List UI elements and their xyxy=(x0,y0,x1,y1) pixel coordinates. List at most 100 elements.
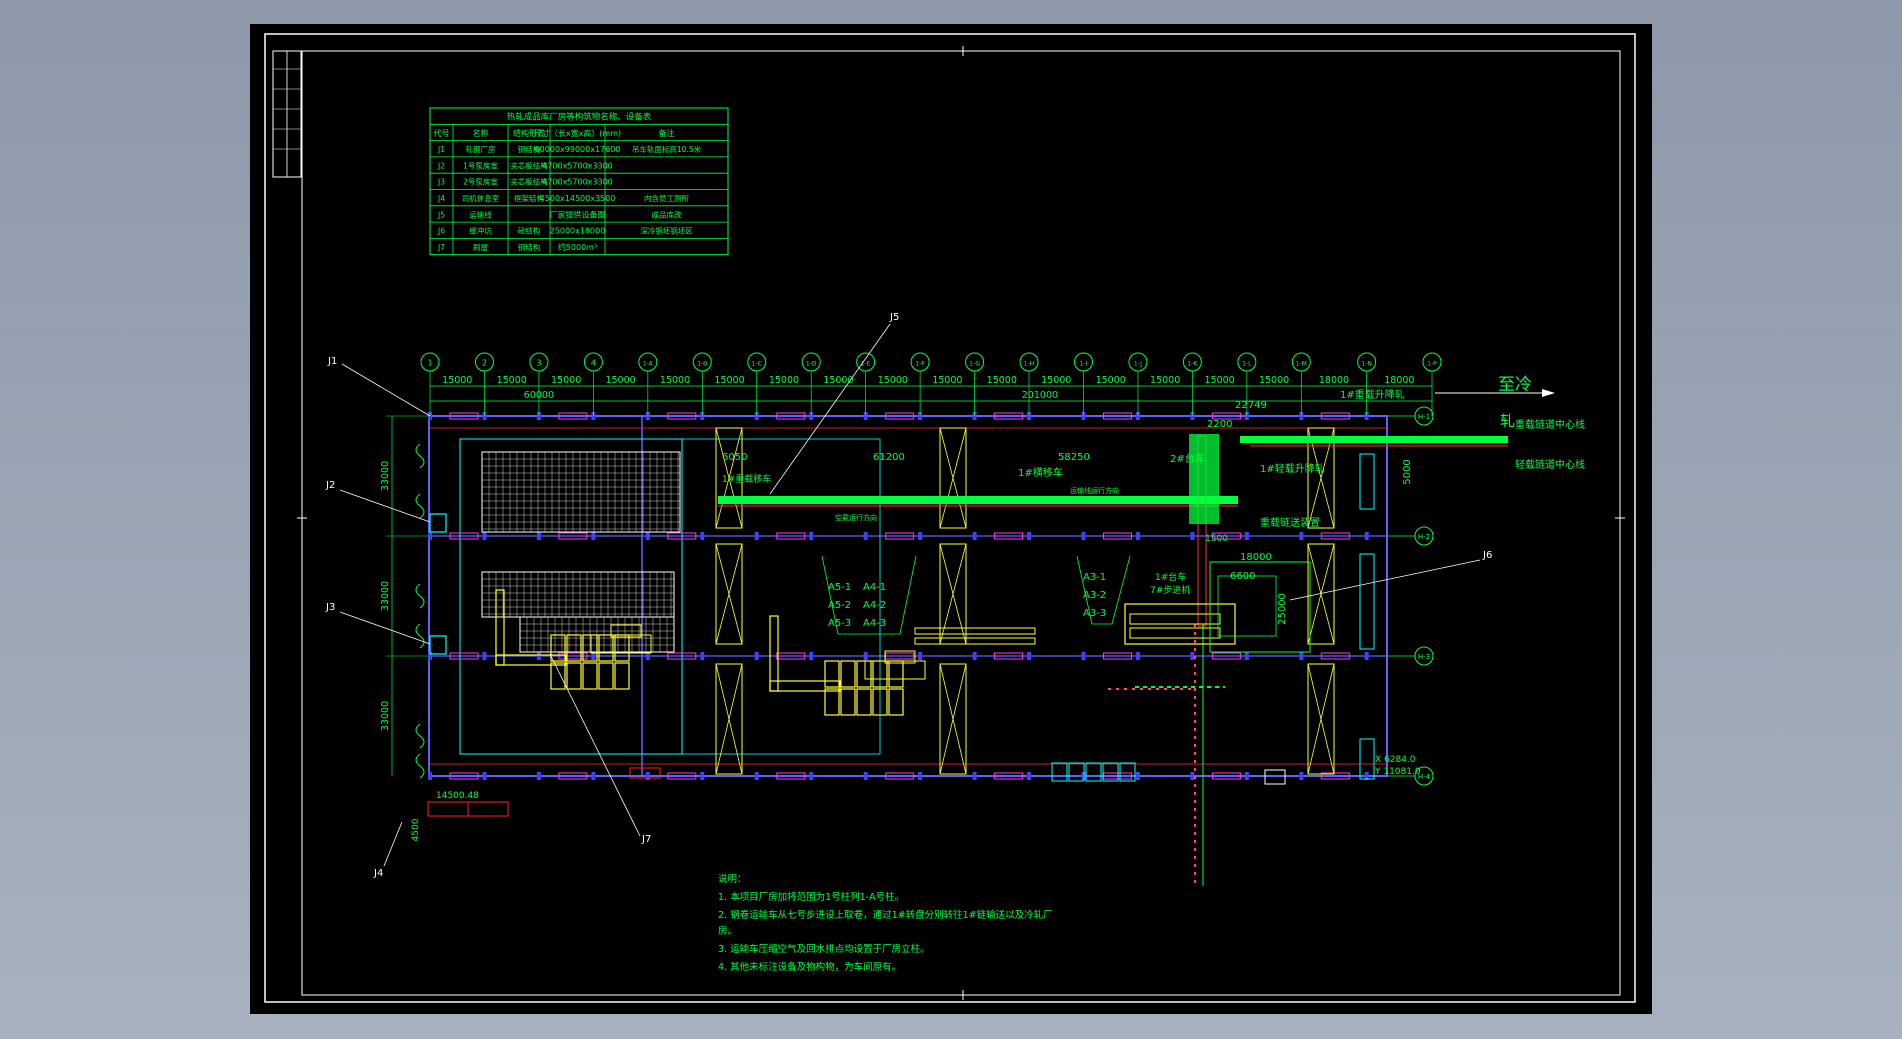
dim-spacing: 15000 xyxy=(823,375,853,386)
dim-6600: 6600 xyxy=(1230,571,1255,582)
machine-part xyxy=(856,688,872,716)
table-cell: 25000x18000 xyxy=(550,227,606,236)
pump-room-j2 xyxy=(429,513,447,533)
a-group-label: A4-2 xyxy=(863,600,886,611)
note-line: 1. 本项目厂房加将范围为1号柱列1-A号柱。 xyxy=(718,891,904,903)
table-header-cell: 代号 xyxy=(434,128,450,138)
dim-25000: 25000 xyxy=(1277,593,1288,625)
callout-leader xyxy=(339,489,431,523)
machine-part xyxy=(566,662,582,690)
machine-part xyxy=(550,634,566,662)
table-cell: 4500x14500x3500 xyxy=(540,194,616,203)
dim-spacing: 15000 xyxy=(714,375,744,386)
machine-part xyxy=(914,637,1036,645)
table-header-cell: 名称 xyxy=(473,128,489,138)
dim-spacing: 15000 xyxy=(660,375,690,386)
dim-6050: 6050 xyxy=(722,452,747,463)
column-markers xyxy=(428,412,1369,780)
column-marker xyxy=(1244,772,1249,780)
column-marker xyxy=(918,532,923,540)
to-cold-rolling-arrow xyxy=(1435,389,1555,397)
table-cell: J6 xyxy=(437,227,445,236)
crane-rail-boxes xyxy=(715,427,1375,780)
axis-label: 1-L xyxy=(1242,361,1252,368)
column-marker xyxy=(645,772,650,780)
cyan-box xyxy=(1051,762,1068,782)
hatch-frame xyxy=(481,451,681,533)
axis-label: 3 xyxy=(536,359,541,368)
table-cell: J7 xyxy=(437,243,445,252)
column-marker xyxy=(482,772,487,780)
direction-2: 空载运行方向 xyxy=(835,513,877,522)
table-cell: 砼结构 xyxy=(518,226,541,236)
a-group-label: A3-3 xyxy=(1083,608,1106,619)
column-marker xyxy=(536,652,541,660)
axis-label: 1-J xyxy=(1134,361,1142,368)
chain-label: 重载链送装置 xyxy=(1260,516,1320,529)
dim-22749: 22749 xyxy=(1235,400,1267,411)
cad-drawing-sheet: 热轧成品库厂房等构筑物名称、设备表 代号 名称 结构形式 尺寸（长x宽x高）(mm) 备注… xyxy=(250,24,1652,1014)
coord-y: Y 11081.0 xyxy=(1374,767,1421,777)
storage-hatch-areas xyxy=(481,451,681,653)
dim-61200: 61200 xyxy=(873,452,905,463)
axis-label: H-1 xyxy=(1418,413,1430,421)
table-cell: 2号泵房室 xyxy=(463,177,498,187)
left-title-strip xyxy=(272,50,302,178)
dim-5000: 5000 xyxy=(1402,459,1413,484)
axis-label: 1-G xyxy=(969,361,980,368)
dim-spacing: 15000 xyxy=(932,375,962,386)
column-marker xyxy=(1364,532,1369,540)
dim-spacing: 15000 xyxy=(605,375,635,386)
lift-2-label: 1#轻载升降轧 xyxy=(1260,462,1325,475)
column-marker xyxy=(1135,532,1140,540)
column-marker xyxy=(1135,772,1140,780)
axis-label: 1-P xyxy=(1427,361,1437,368)
axis-label: 1-D xyxy=(806,361,817,368)
table-cell: 1号泵房室 xyxy=(463,160,498,170)
table-cell: 钢结构 xyxy=(518,242,541,252)
lift-1-label: 1#重载升降轧 xyxy=(1340,388,1405,401)
dim-spacing: 15000 xyxy=(551,375,581,386)
column-marker xyxy=(700,532,705,540)
notes-block: 说明： 1. 本项目厂房加将范围为1号柱列1-A号柱。 2. 钢卷运输车从七号步进设… xyxy=(718,873,1053,973)
column-marker xyxy=(754,772,759,780)
table-cell: J2 xyxy=(437,161,445,170)
axis-label: 1-C xyxy=(752,361,762,368)
machine-part xyxy=(598,662,614,690)
axis-label: H-2 xyxy=(1418,533,1430,541)
machine-part xyxy=(824,688,840,716)
table-cell: 成品库改 xyxy=(652,209,682,219)
dim-spacing: 15000 xyxy=(1041,375,1071,386)
column-marker xyxy=(700,652,705,660)
column-marker xyxy=(863,532,868,540)
a-group-label: A5-3 xyxy=(828,618,851,629)
column-marker xyxy=(972,772,977,780)
callout-leader xyxy=(341,363,431,417)
dim-4500: 4500 xyxy=(411,818,421,841)
table-cell: 内含员工厕所 xyxy=(644,193,689,203)
column-marker xyxy=(1135,652,1140,660)
column-marker xyxy=(1081,772,1086,780)
column-marker xyxy=(918,772,923,780)
a-group-label: A5-1 xyxy=(828,582,851,593)
transfer-2-label: 1#横移车 xyxy=(1018,466,1063,479)
axis-label: 1-H xyxy=(1024,361,1035,368)
axis-label: 1 xyxy=(427,359,432,368)
column-marker xyxy=(754,652,759,660)
axis-label: 4 xyxy=(591,359,596,368)
trolley-2-label: 1#台车 xyxy=(1155,571,1186,583)
drawing-labels: J1 J2 J3 J4 J5 J6 J7 至冷轧 重载链道中心线轻载链道中心线 1#重载升降轧 1#… xyxy=(325,312,1585,879)
cyan-box xyxy=(1102,762,1119,782)
column-marker xyxy=(1364,652,1369,660)
inner-border xyxy=(301,50,1621,996)
column-marker xyxy=(645,532,650,540)
column-marker xyxy=(482,532,487,540)
machine-part xyxy=(614,662,630,690)
break-mark xyxy=(415,583,425,609)
dim-spacing: 15000 xyxy=(1150,375,1180,386)
column-marker xyxy=(809,532,814,540)
column-marker xyxy=(972,532,977,540)
transfer-1-label: 1#重载移车 xyxy=(722,473,771,485)
table-cell: J4 xyxy=(437,194,445,203)
callout-leader xyxy=(1289,559,1481,601)
